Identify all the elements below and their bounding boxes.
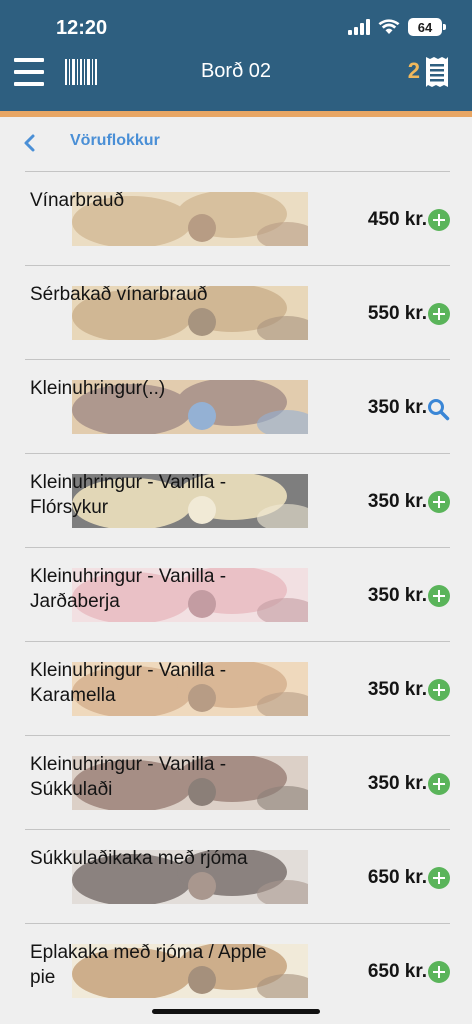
product-name: Kleinuhringur(..) — [30, 378, 166, 399]
signal-icon — [348, 19, 370, 35]
product-row[interactable]: Kleinuhringur(..) 350 kr. — [25, 359, 450, 453]
product-row[interactable]: Kleinuhringur - Vanilla - Jarðaberja 350 … — [25, 547, 450, 641]
add-icon[interactable] — [428, 867, 450, 889]
product-name: Vínarbrauð — [30, 190, 125, 211]
product-row[interactable]: Eplakaka með rjóma / Apple pie 650 kr. — [25, 923, 450, 1017]
product-price: 350 kr. — [367, 585, 427, 606]
battery-level: 64 — [417, 19, 433, 35]
app-header: 12:20 64 Borð 02 2 — [0, 0, 472, 111]
category-nav: Vöruflokkur — [0, 125, 472, 161]
product-price: 350 kr. — [367, 491, 427, 512]
add-icon[interactable] — [428, 679, 450, 701]
battery-icon: 64 — [408, 18, 446, 36]
product-price: 350 kr. — [367, 773, 427, 794]
search-icon[interactable] — [426, 397, 450, 421]
product-name: Kleinuhringur - Vanilla - Karamella — [30, 660, 227, 706]
product-row[interactable]: Vínarbrauð 450 kr. — [25, 171, 450, 265]
add-icon[interactable] — [428, 303, 450, 325]
receipt-icon[interactable] — [424, 55, 450, 89]
product-price: 350 kr. — [367, 679, 427, 700]
product-row[interactable]: Kleinuhringur - Vanilla - Karamella 350 k… — [25, 641, 450, 735]
add-icon[interactable] — [428, 961, 450, 983]
product-name: Kleinuhringur - Vanilla - Flórsykur — [30, 472, 227, 518]
status-time: 12:20 — [56, 17, 108, 39]
add-icon[interactable] — [428, 773, 450, 795]
add-icon[interactable] — [428, 209, 450, 231]
product-price: 450 kr. — [367, 209, 427, 230]
product-price: 650 kr. — [367, 961, 427, 982]
status-icons: 64 — [348, 18, 446, 36]
category-title[interactable]: Vöruflokkur — [70, 132, 160, 150]
product-name: Súkkulaðikaka með rjóma — [30, 848, 248, 869]
product-list: Vínarbrauð 450 kr. Sérbakað vínarbrauð 550 … — [25, 171, 450, 1017]
chevron-left-icon[interactable] — [20, 133, 40, 153]
add-icon[interactable] — [428, 585, 450, 607]
wifi-icon — [378, 19, 400, 34]
header-stripe — [0, 111, 472, 117]
product-price: 650 kr. — [367, 867, 427, 888]
product-name: Kleinuhringur - Vanilla - Súkkulaði — [30, 754, 227, 800]
product-row[interactable]: Kleinuhringur - Vanilla - Súkkulaði 350 k… — [25, 735, 450, 829]
product-name: Kleinuhringur - Vanilla - Jarðaberja — [30, 566, 227, 612]
product-row[interactable]: Kleinuhringur - Vanilla - Flórsykur 350 k… — [25, 453, 450, 547]
add-icon[interactable] — [428, 491, 450, 513]
cart-count-badge[interactable]: 2 — [408, 58, 420, 84]
product-name: Eplakaka með rjóma / Apple pie — [30, 942, 267, 988]
page-title: Borð 02 — [200, 60, 272, 82]
product-row[interactable]: Súkkulaðikaka með rjóma 650 kr. — [25, 829, 450, 923]
product-price: 350 kr. — [367, 397, 427, 418]
product-row[interactable]: Sérbakað vínarbrauð 550 kr. — [25, 265, 450, 359]
product-name: Sérbakað vínarbrauð — [30, 284, 208, 305]
product-price: 550 kr. — [367, 303, 427, 324]
home-indicator[interactable] — [152, 1009, 320, 1014]
